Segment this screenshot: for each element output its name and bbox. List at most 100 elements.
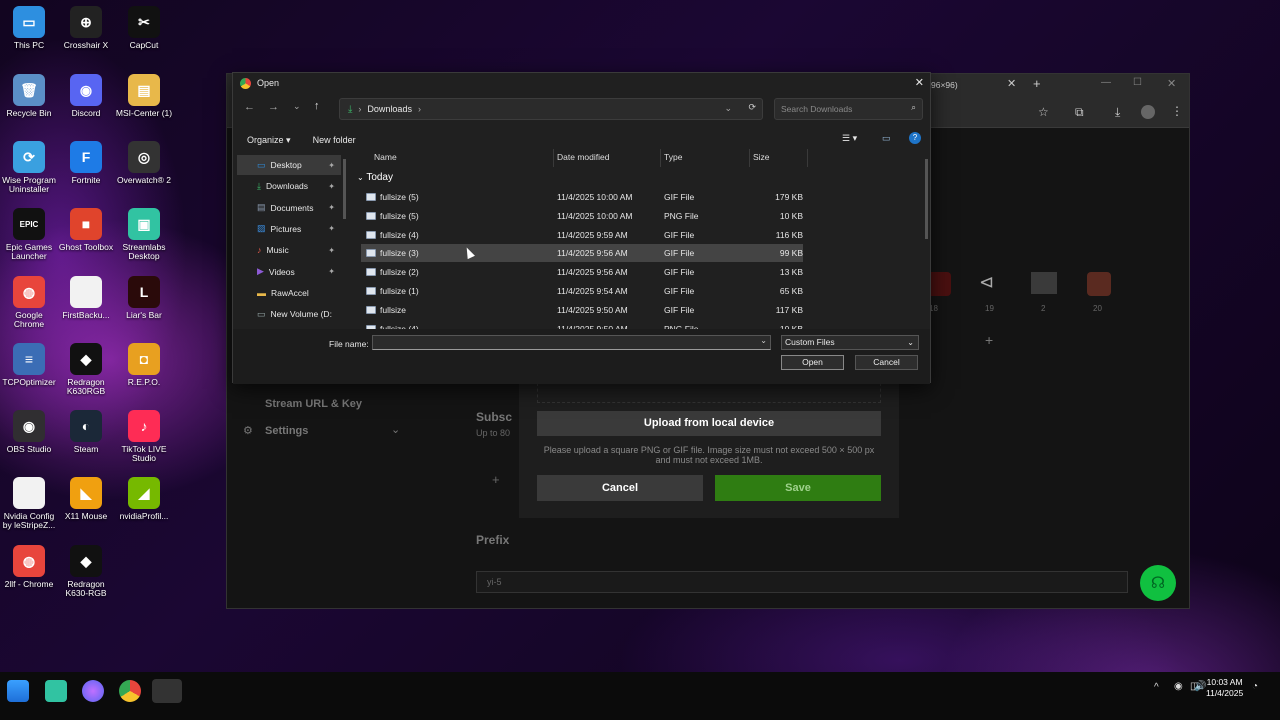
sidebar-item-settings[interactable]: Settings xyxy=(265,425,308,437)
dialog-close-icon[interactable]: ✕ xyxy=(915,76,924,89)
forward-icon[interactable]: → xyxy=(268,101,279,113)
desktop-icon[interactable]: ◣ X11 Mouse xyxy=(57,477,115,521)
modal-save-button[interactable]: Save xyxy=(715,475,881,501)
bookmark-star-icon[interactable]: ☆ xyxy=(1038,105,1049,119)
desktop-icon[interactable]: ◍ Google Chrome xyxy=(0,276,58,329)
path-dropdown-icon[interactable]: ⌄ xyxy=(724,103,732,114)
microphone-icon[interactable]: ◉ xyxy=(1174,681,1183,692)
desktop-icon[interactable]: ◎ Overwatch® 2 xyxy=(115,141,173,185)
desktop-icon[interactable]: ■ Ghost Toolbox xyxy=(57,208,115,252)
desktop-icon[interactable]: ◉ Discord xyxy=(57,74,115,118)
taskbar-app-icon[interactable] xyxy=(45,680,67,702)
file-name-input[interactable]: ⌄ xyxy=(372,335,771,350)
open-button[interactable]: Open xyxy=(781,355,844,370)
desktop-icon[interactable]: ⟳ Wise Program Uninstaller xyxy=(0,141,58,194)
organize-button[interactable]: Organize ▾ xyxy=(247,135,291,146)
desktop-icon[interactable]: L Liar's Bar xyxy=(115,276,173,320)
desktop-icon[interactable]: Nvidia Config by leStripeZ... xyxy=(0,477,58,530)
column-header-type[interactable]: Type xyxy=(664,152,682,162)
desktop-icon[interactable]: EPIC Epic Games Launcher xyxy=(0,208,58,261)
file-row[interactable]: fullsize (2) 11/4/2025 9:56 AM GIF File 13 … xyxy=(361,263,803,281)
minimize-icon[interactable]: — xyxy=(1101,77,1111,88)
desktop-icon[interactable]: ◐ Steam xyxy=(57,410,115,454)
desktop-icon[interactable]: ▣ Streamlabs Desktop xyxy=(115,208,173,261)
support-chat-button[interactable]: ☊ xyxy=(1140,565,1176,601)
taskbar-chrome-icon[interactable] xyxy=(119,680,141,702)
modal-cancel-button[interactable]: Cancel xyxy=(537,475,703,501)
file-type-filter[interactable]: Custom Files ⌄ xyxy=(781,335,919,350)
desktop-icon[interactable]: ▤ MSI-Center (1) xyxy=(115,74,173,118)
sidebar-item-downloads[interactable]: ⤓ Downloads ✦ xyxy=(237,176,341,196)
up-icon[interactable]: ↑ xyxy=(314,100,320,112)
taskbar-chrome-active-icon[interactable] xyxy=(152,679,182,703)
help-icon[interactable]: ? xyxy=(909,132,921,144)
volume-icon[interactable]: 🔊 xyxy=(1194,681,1206,692)
prefix-input[interactable]: yi-5 xyxy=(476,571,1128,593)
tab-close-icon[interactable]: ✕ xyxy=(1007,77,1016,90)
close-window-icon[interactable]: ✕ xyxy=(1167,77,1176,90)
download-icon[interactable]: ⤓ xyxy=(1115,105,1120,120)
desktop-icon[interactable]: ⊕ Crosshair X xyxy=(57,6,115,50)
sidebar-item-pictures[interactable]: ▨ Pictures ✦ xyxy=(237,219,341,239)
chevron-down-icon[interactable]: ⌄ xyxy=(760,336,767,345)
back-icon[interactable]: ← xyxy=(244,101,255,113)
add-icon[interactable]: + xyxy=(492,472,500,487)
sidebar-item-videos[interactable]: ▶ Videos ✦ xyxy=(237,262,341,282)
tab-title-fragment[interactable]: 96×96) xyxy=(931,80,958,90)
sidebar-item-desktop[interactable]: ▭ Desktop ✦ xyxy=(237,155,341,175)
file-row[interactable]: fullsize (4) 11/4/2025 9:59 AM GIF File 116… xyxy=(361,226,803,244)
desktop-icon[interactable]: ◉ OBS Studio xyxy=(0,410,58,454)
cancel-button[interactable]: Cancel xyxy=(855,355,918,370)
path-segment[interactable]: Downloads xyxy=(367,104,412,114)
sidebar-item-stream-url[interactable]: Stream URL & Key xyxy=(265,398,362,410)
new-folder-button[interactable]: New folder xyxy=(313,135,356,145)
sidebar-item-music[interactable]: ♪ Music ✦ xyxy=(237,240,341,260)
desktop-icon[interactable]: ◍ 2llf - Chrome xyxy=(0,545,58,589)
sidebar-item-new-volume-d[interactable]: ▭ New Volume (D: xyxy=(237,304,341,324)
sidebar-scrollbar[interactable] xyxy=(343,159,346,219)
clock[interactable]: 10:03 AM 11/4/2025 xyxy=(1206,677,1243,699)
desktop-icon[interactable]: ▭ This PC xyxy=(0,6,58,50)
taskbar-app-icon[interactable] xyxy=(82,680,104,702)
dropzone[interactable] xyxy=(537,383,881,403)
view-options-icon[interactable]: ☰ ▾ xyxy=(842,133,857,144)
column-header-size[interactable]: Size xyxy=(753,152,770,162)
desktop-icon[interactable]: ♪ TikTok LIVE Studio xyxy=(115,410,173,463)
maximize-icon[interactable]: ☐ xyxy=(1133,77,1142,88)
profile-avatar[interactable] xyxy=(1141,105,1155,119)
file-row[interactable]: fullsize (5) 11/4/2025 10:00 AM PNG File 10… xyxy=(361,207,803,225)
desktop-icon[interactable]: ◆ Redragon K630-RGB xyxy=(57,545,115,598)
column-header-date[interactable]: Date modified xyxy=(557,152,609,162)
sidebar-item-rawaccel[interactable]: ▬ RawAccel xyxy=(237,283,341,303)
chevron-down-icon[interactable]: ⌄ xyxy=(391,423,400,436)
desktop-icon[interactable]: ◘ R.E.P.O. xyxy=(115,343,173,387)
file-row[interactable]: fullsize (1) 11/4/2025 9:54 AM GIF File 65 … xyxy=(361,282,803,300)
new-tab-icon[interactable]: + xyxy=(1033,76,1041,91)
desktop-icon[interactable]: 🗑 Recycle Bin xyxy=(0,74,58,118)
desktop-icon[interactable]: F Fortnite xyxy=(57,141,115,185)
tray-chevron-icon[interactable]: ^ xyxy=(1154,682,1159,693)
search-input[interactable]: Search Downloads ⌕ xyxy=(774,98,923,120)
file-row[interactable]: fullsize (3) 11/4/2025 9:56 AM GIF File 99 … xyxy=(361,244,803,263)
file-row[interactable]: fullsize (5) 11/4/2025 10:00 AM GIF File 17… xyxy=(361,188,803,206)
desktop-icon[interactable]: ✂ CapCut xyxy=(115,6,173,50)
refresh-icon[interactable]: ⟳ xyxy=(748,102,756,113)
file-row[interactable]: fullsize 11/4/2025 9:50 AM GIF File 117 KB xyxy=(361,301,803,319)
upload-from-device-button[interactable]: Upload from local device xyxy=(537,411,881,436)
group-header[interactable]: ⌄ Today xyxy=(357,172,393,183)
preview-pane-icon[interactable]: ▭ xyxy=(882,133,891,144)
desktop-icon[interactable]: ≡ TCPOptimizer xyxy=(0,343,58,387)
desktop-icon[interactable]: FirstBacku... xyxy=(57,276,115,320)
column-header-name[interactable]: Name xyxy=(374,152,397,162)
address-bar[interactable]: ⤓ › Downloads › ⌄ ⟳ xyxy=(339,98,763,120)
menu-icon[interactable]: ⋮ xyxy=(1171,104,1183,118)
extensions-icon[interactable]: ⧉ xyxy=(1075,105,1084,120)
notification-icon[interactable]: ◔ xyxy=(1252,681,1258,692)
start-icon[interactable] xyxy=(7,680,29,702)
add-emote-icon[interactable]: + xyxy=(985,332,993,348)
desktop-icon[interactable]: ◢ nvidiaProfil... xyxy=(115,477,173,521)
file-list-scrollbar[interactable] xyxy=(925,159,928,239)
recent-chevron-icon[interactable]: ⌄ xyxy=(293,101,301,112)
desktop-icon[interactable]: ◆ Redragon K630RGB xyxy=(57,343,115,396)
file-row[interactable]: fullsize (4) 11/4/2025 9:50 AM PNG File 10 … xyxy=(361,320,803,329)
